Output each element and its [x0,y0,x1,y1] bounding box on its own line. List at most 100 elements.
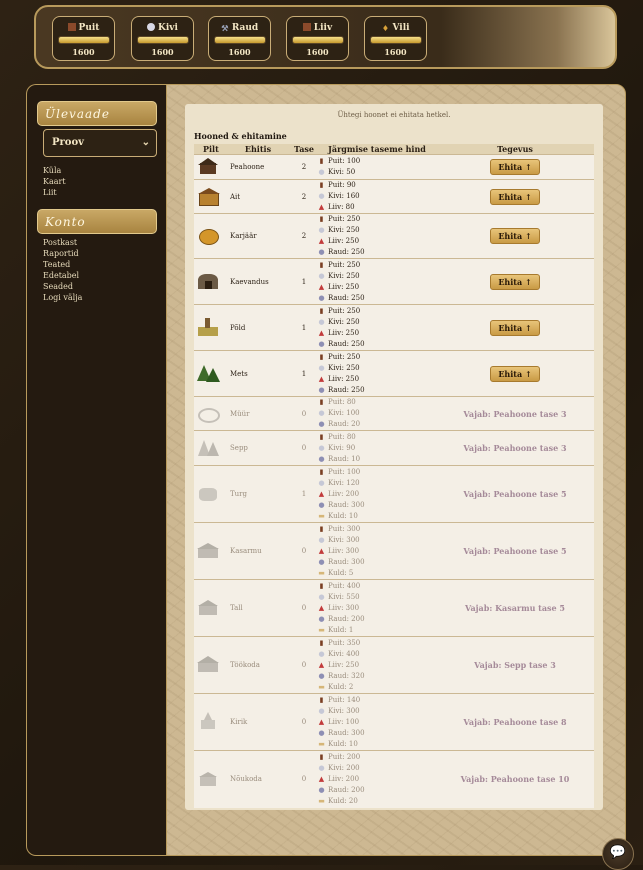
table-row: Kasarmu 0 ▮ Puit: 300 ● Kivi: 300 ▲ Liiv: 300 ● R… [194,522,594,580]
village-select[interactable]: Proov ⌄ [43,129,157,157]
sidebar-link-messages[interactable]: Teated [43,259,82,270]
sidebar-link-settings[interactable]: Seaded [43,281,82,292]
building-image-cell [194,430,226,466]
build-button[interactable]: Ehita ↑ [490,319,540,336]
stone-icon: ● [318,535,325,544]
build-button[interactable]: Ehita ↑ [490,273,540,290]
iron-icon: ● [318,728,325,737]
sidebar-link-map[interactable]: Kaart [43,176,66,187]
cost-line: ● Kivi: 90 [318,443,436,454]
cost-line: ▲ Liiv: 250 [318,282,436,293]
building-level: 0 [290,693,318,751]
build-button[interactable]: Ehita ↑ [490,228,540,244]
resource-value: 1600 [384,47,407,57]
cost-text: Liiv: 250 [328,660,360,669]
cost-text: Kivi: 250 [328,271,360,280]
sidebar-link-reports[interactable]: Raportid [43,248,82,259]
build-button[interactable]: Ehita ↑ [490,159,540,175]
building-name: Töökoda [226,636,290,694]
cost-text: Raud: 250 [328,293,365,302]
sidebar-link-mailbox[interactable]: Postkast [43,237,82,248]
cost-text: Raud: 320 [328,671,365,680]
building-level: 1 [290,258,318,305]
sidebar-link-alliance[interactable]: Liit [43,187,66,198]
sand-icon: ▲ [318,774,325,783]
build-button[interactable]: Ehita ↑ [490,365,540,382]
cost-line: ● Kivi: 160 [318,191,436,202]
building-name: Peahoone [226,154,290,180]
building-action: Ehita ↑ [436,179,594,214]
building-image-cell [194,154,226,180]
building-name: Põld [226,304,290,351]
stone-icon: ● [318,271,325,280]
table-row: Mets 1 ▮ Puit: 250 ● Kivi: 250 ▲ Liiv: 250 ● Raud… [194,350,594,397]
cost-text: Kuld: 20 [328,796,358,805]
cost-text: Raud: 250 [328,385,365,394]
cost-text: Liiv: 250 [328,374,360,383]
overview-heading: Ülevaade [37,101,157,126]
building-name: Nõukoda [226,750,290,808]
col-image: Pilt [194,144,226,155]
building-level: 0 [290,636,318,694]
building-cost: ▮ Puit: 100 ● Kivi: 120 ▲ Liiv: 200 ● Raud: 300… [318,465,436,523]
wood-icon: ▮ [319,352,324,361]
cost-line: ▮ Puit: 90 [318,180,436,191]
stone-icon: ● [318,649,325,658]
cost-line: ● Kivi: 120 [318,478,436,489]
iron-icon: ⚒ [221,23,229,33]
cost-line: ● Kivi: 550 [318,592,436,603]
building-cost: ▮ Puit: 300 ● Kivi: 300 ▲ Liiv: 300 ● Raud: 300… [318,522,436,580]
resource-name: Kivi [158,23,178,33]
cost-line: ● Kivi: 400 [318,649,436,660]
cost-line: ● Raud: 300 [318,500,436,511]
stone-icon: ● [318,443,325,452]
building-name: Turg [226,465,290,523]
cost-text: Liiv: 250 [328,328,360,337]
cost-line: ▮ Puit: 250 [318,214,436,225]
sand-icon: ▲ [318,237,325,245]
cost-text: Puit: 140 [328,695,361,704]
requirement-text: Vajab: Peahoone tase 10 [460,774,570,785]
iron-icon: ● [318,671,325,680]
sidebar-link-village[interactable]: Küla [43,165,66,176]
cost-line: ▮ Puit: 350 [318,638,436,649]
cost-text: Kivi: 90 [328,443,356,452]
iron-icon: ● [318,248,325,256]
wood-icon: ▮ [319,524,324,533]
iron-icon: ● [318,785,325,794]
chat-bubble-icon[interactable]: 💬 [602,838,634,870]
building-action: Ehita ↑ [436,350,594,397]
grain-icon: ♦ [381,23,390,33]
requirement-text: Vajab: Peahoone tase 5 [463,546,567,556]
sand-icon: ▲ [318,717,325,726]
iron-icon: ● [318,339,325,348]
building-image-cell [194,693,226,751]
stone-icon: ● [318,478,325,487]
gold-icon: ▬ [318,796,325,805]
building-cost: ▮ Puit: 250 ● Kivi: 250 ▲ Liiv: 250 ● Raud: 250 [318,350,436,397]
resource-progress [291,36,344,44]
buildings-table: Pilt Ehitis Tase Järgmise taseme hind Te… [194,144,594,808]
gold-icon: ▬ [318,511,325,520]
building-action: Vajab: Sepp tase 3 [436,636,594,694]
cost-text: Kuld: 1 [328,625,354,634]
cost-text: Liiv: 80 [328,203,355,211]
sidebar-link-ranking[interactable]: Edetabel [43,270,82,281]
resource-value: 1600 [151,47,174,57]
cost-line: ● Raud: 10 [318,454,436,465]
sidebar-link-logout[interactable]: Logi välja [43,292,82,303]
town-hall-icon [196,155,220,177]
cost-line: ▮ Puit: 80 [318,432,436,443]
wood-icon: ▮ [319,260,324,269]
gold-icon: ▬ [318,625,325,634]
sand-icon: ▲ [318,603,325,612]
cost-text: Puit: 250 [328,306,361,315]
col-level: Tase [290,144,318,155]
cost-line: ● Kivi: 250 [318,363,436,374]
cost-line: ● Raud: 200 [318,785,436,796]
stone-icon: ● [318,192,325,200]
cost-text: Kivi: 100 [328,409,360,417]
building-image-cell [194,396,226,431]
build-button[interactable]: Ehita ↑ [490,188,540,205]
building-cost: ▮ Puit: 250 ● Kivi: 250 ▲ Liiv: 250 ● Raud: 250 [318,258,436,305]
